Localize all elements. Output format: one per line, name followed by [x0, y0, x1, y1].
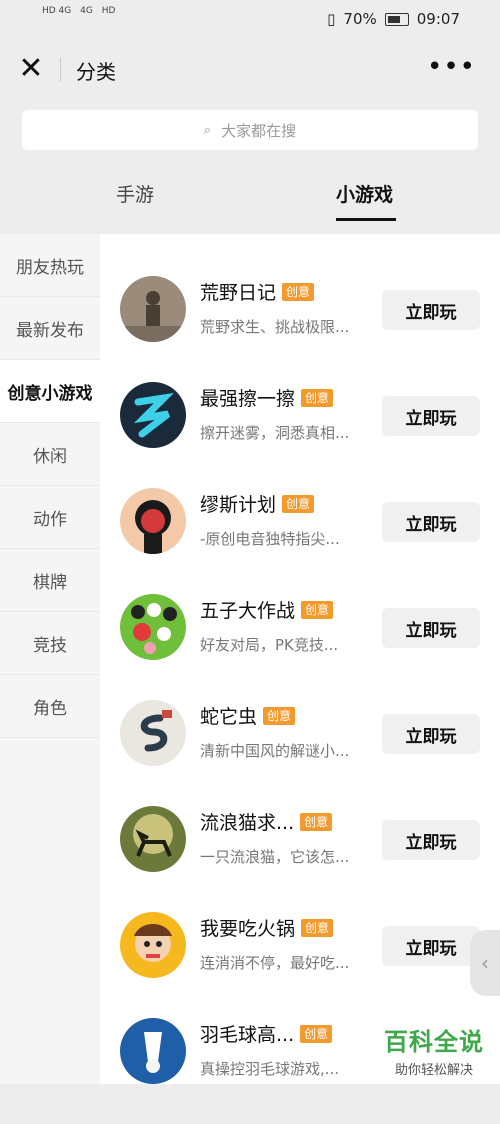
game-description: 荒野求生、挑战极限...: [200, 318, 350, 336]
clock: 09:07: [416, 10, 460, 28]
signal-2: 4G: [80, 6, 93, 16]
close-icon[interactable]: ✕: [16, 54, 46, 84]
game-description: 好友对局，PK竞技...: [200, 636, 339, 654]
game-description: 连消消不停，最好吃...: [200, 954, 350, 972]
sidebar-item-action[interactable]: 动作: [0, 486, 100, 549]
list-item[interactable]: 我要吃火锅 创意 连消消不停，最好吃... 立即玩: [100, 912, 500, 1018]
game-title-row: 羽毛球高... 创意: [200, 1020, 333, 1047]
collapse-handle[interactable]: ‹: [470, 930, 500, 996]
battery-icon: [384, 12, 409, 26]
watermark-title: 百科全说: [384, 1028, 484, 1056]
game-title-row: 荒野日记 创意: [200, 278, 315, 305]
creative-badge: 创意: [300, 1024, 333, 1043]
sidebar-item-friends[interactable]: 朋友热玩: [0, 234, 100, 297]
more-icon[interactable]: •••: [427, 54, 476, 80]
game-title: 羽毛球高...: [200, 1024, 295, 1046]
game-title-row: 流浪猫求... 创意: [200, 808, 333, 835]
game-icon: [120, 594, 186, 660]
list-item[interactable]: 荒野日记 创意 荒野求生、挑战极限... 立即玩: [100, 276, 500, 382]
signal-1: HD 4G: [42, 6, 72, 16]
list-item[interactable]: 五子大作战 创意 好友对局，PK竞技... 立即玩: [100, 594, 500, 700]
list-item[interactable]: 蛇它虫 创意 清新中国风的解谜小... 立即玩: [100, 700, 500, 806]
search-icon: ⌕: [203, 122, 212, 138]
game-title-row: 蛇它虫 创意: [200, 702, 296, 729]
list-item[interactable]: 流浪猫求... 创意 一只流浪猫，它该怎... 立即玩: [100, 806, 500, 912]
game-title: 流浪猫求...: [200, 812, 295, 834]
tab-mini-games[interactable]: 小游戏: [336, 180, 393, 207]
divider: [60, 58, 61, 82]
status-right: ▯ 70% 09:07: [327, 10, 460, 28]
play-button[interactable]: 立即玩: [382, 396, 480, 436]
sidebar-item-casual[interactable]: 休闲: [0, 423, 100, 486]
game-title: 我要吃火锅: [200, 918, 296, 940]
play-button[interactable]: 立即玩: [382, 820, 480, 860]
play-button[interactable]: 立即玩: [382, 608, 480, 648]
creative-badge: 创意: [301, 918, 334, 937]
creative-badge: 创意: [263, 706, 296, 725]
title-bar: ✕ 分类 •••: [0, 40, 500, 102]
sidebar-item-board[interactable]: 棋牌: [0, 549, 100, 612]
game-icon: [120, 912, 186, 978]
game-title-row: 缪斯计划 创意: [200, 490, 315, 517]
watermark-subtitle: 助你轻松解决: [394, 1063, 473, 1078]
creative-badge: 创意: [282, 494, 315, 513]
game-icon: [120, 1018, 186, 1084]
play-button[interactable]: 立即玩: [382, 926, 480, 966]
play-button[interactable]: 立即玩: [382, 714, 480, 754]
game-title-row: 我要吃火锅 创意: [200, 914, 334, 941]
game-title: 蛇它虫: [200, 706, 258, 728]
creative-badge: 创意: [301, 388, 334, 407]
vibrate-icon: ▯: [327, 10, 336, 28]
play-button[interactable]: 立即玩: [382, 502, 480, 542]
page-title: 分类: [76, 60, 116, 84]
sidebar-item-roleplay[interactable]: 角色: [0, 675, 100, 738]
game-title-row: 五子大作战 创意: [200, 596, 334, 623]
game-icon: [120, 806, 186, 872]
game-title: 五子大作战: [200, 600, 296, 622]
game-description: 清新中国风的解谜小...: [200, 742, 350, 760]
game-title-row: 最强擦一擦 创意: [200, 384, 334, 411]
game-icon: [120, 382, 186, 448]
game-icon: [120, 488, 186, 554]
list-item[interactable]: 最强擦一擦 创意 擦开迷雾，洞悉真相... 立即玩: [100, 382, 500, 488]
game-icon: [120, 276, 186, 342]
sidebar-item-latest[interactable]: 最新发布: [0, 297, 100, 360]
chevron-left-icon: ‹: [481, 951, 489, 975]
list-item[interactable]: 缪斯计划 创意 -原创电音独特指尖... 立即玩: [100, 488, 500, 594]
game-list: 荒野日记 创意 荒野求生、挑战极限... 立即玩 最强擦一擦 创意 擦开迷雾，洞悉真…: [100, 234, 500, 1084]
signal-3: HD: [101, 6, 116, 16]
creative-badge: 创意: [301, 600, 334, 619]
play-button[interactable]: 立即玩: [382, 290, 480, 330]
category-sidebar: 朋友热玩 最新发布 创意小游戏 休闲 动作 棋牌 竞技 角色: [0, 234, 100, 1084]
game-description: 真操控羽毛球游戏,...: [200, 1060, 340, 1078]
creative-badge: 创意: [282, 282, 315, 301]
game-icon: [120, 700, 186, 766]
search-placeholder: 大家都在搜: [221, 121, 297, 140]
sidebar-item-creative[interactable]: 创意小游戏: [0, 360, 100, 423]
status-bar: HD 4G 4G HD ▯ 70% 09:07: [0, 0, 500, 40]
game-description: -原创电音独特指尖...: [200, 530, 340, 548]
search-input[interactable]: ⌕ 大家都在搜: [22, 110, 478, 150]
game-title: 最强擦一擦: [200, 388, 296, 410]
game-description: 擦开迷雾，洞悉真相...: [200, 424, 350, 442]
game-description: 一只流浪猫，它该怎...: [200, 848, 350, 866]
sidebar-item-competitive[interactable]: 竞技: [0, 612, 100, 675]
creative-badge: 创意: [300, 812, 333, 831]
tab-mobile-games[interactable]: 手游: [116, 180, 154, 207]
active-tab-indicator: [336, 218, 396, 221]
battery-percent: 70%: [343, 10, 377, 28]
game-title: 荒野日记: [200, 282, 277, 304]
tab-bar: 手游 小游戏: [0, 168, 500, 228]
watermark: 百科全说 助你轻松解决: [384, 1022, 484, 1078]
game-title: 缪斯计划: [200, 494, 277, 516]
signal-indicators: HD 4G 4G HD: [42, 6, 121, 16]
